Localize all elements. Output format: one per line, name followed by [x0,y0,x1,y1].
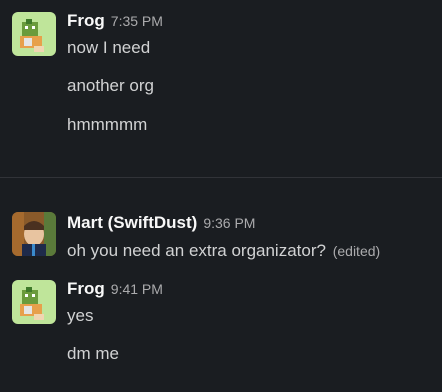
timestamp[interactable]: 9:41 PM [111,281,163,297]
message-text: dm me [67,344,119,363]
edited-label: (edited) [332,243,381,259]
message-header: Frog 9:41 PM [67,278,163,301]
message-text: hmmmmm [67,115,148,134]
message-group-frog-2: Frog 9:41 PM yes dm me [0,266,442,392]
message-text: another org [67,76,154,95]
timestamp[interactable]: 9:36 PM [203,215,255,231]
message-group-mart: Mart (SwiftDust) 9:36 PM oh you need an e… [0,200,442,266]
frog-avatar[interactable] [12,280,56,324]
mart-avatar[interactable] [12,212,56,256]
author-name[interactable]: Mart (SwiftDust) [67,213,197,232]
author-name[interactable]: Frog [67,279,105,298]
frog-avatar[interactable] [12,12,56,56]
message-header: Frog 7:35 PM [67,10,163,33]
message-text-content: oh you need an extra organizator? [67,241,326,260]
message-group-frog-1: Frog 7:35 PM now I need another org hmmmm… [0,0,442,150]
user-photo-avatar-icon [12,212,56,256]
message-text: yes [67,306,94,325]
timestamp[interactable]: 7:35 PM [111,13,163,29]
frog-avatar-icon [12,280,56,324]
message-text: now I need [67,38,151,57]
message-text: oh you need an extra organizator? (edite… [67,240,380,262]
author-name[interactable]: Frog [67,11,105,30]
frog-avatar-icon [12,12,56,56]
divider [0,177,442,178]
message-header: Mart (SwiftDust) 9:36 PM [67,212,255,235]
